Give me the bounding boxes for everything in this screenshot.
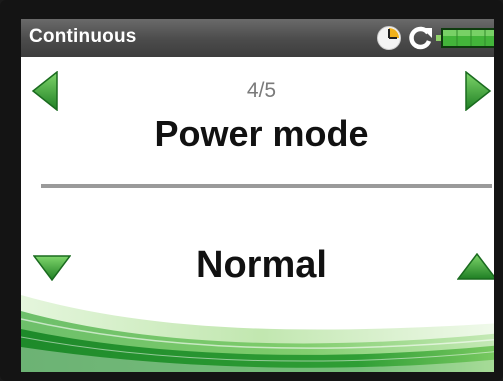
- battery-icon: [436, 28, 494, 48]
- title-bar: Continuous: [21, 19, 494, 57]
- setting-value: Normal: [196, 244, 327, 286]
- arrow-right-icon[interactable]: [464, 71, 492, 111]
- setting-title: Power mode: [154, 113, 369, 154]
- refresh-icon: [409, 26, 432, 50]
- device-frame: Continuous 4/5 Power mode Normal: [0, 0, 503, 381]
- arrow-up-icon[interactable]: [457, 253, 497, 280]
- mode-title: Continuous: [29, 26, 137, 47]
- page-indicator: 4/5: [246, 79, 277, 102]
- green-swoosh-decoration: [21, 295, 494, 372]
- device-screen: Continuous 4/5 Power mode Normal: [21, 19, 497, 372]
- clock-icon: [377, 26, 401, 50]
- divider: [41, 184, 492, 188]
